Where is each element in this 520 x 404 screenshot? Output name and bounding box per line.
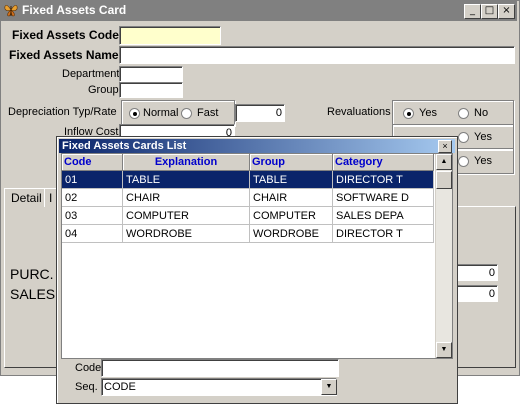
window-title: Fixed Assets Card: [22, 3, 127, 17]
option-2-yes-radio[interactable]: [458, 132, 469, 143]
department-label: Department: [62, 68, 120, 80]
cell-category: SOFTWARE D: [332, 188, 434, 207]
close-button[interactable]: ×: [498, 4, 515, 19]
cell-code: 02: [62, 188, 123, 207]
revaluations-label: Revaluations: [327, 106, 391, 118]
depreciation-rate-input[interactable]: 0: [235, 104, 285, 122]
revaluations-no-radio[interactable]: [458, 108, 469, 119]
option-3-yes-label: Yes: [474, 155, 492, 167]
group-label: Group: [88, 84, 119, 96]
column-header-category[interactable]: Category: [332, 154, 434, 171]
option-3-yes-radio[interactable]: [458, 156, 469, 167]
cell-category: DIRECTOR T: [332, 224, 434, 243]
seq-dropdown-arrow-icon[interactable]: ▼: [321, 379, 337, 395]
column-header-explanation[interactable]: Explanation: [122, 154, 250, 171]
cell-code: 03: [62, 206, 123, 225]
fixed-assets-name-label: Fixed Assets Name: [9, 48, 119, 62]
vertical-scrollbar[interactable]: ▲ ▼: [435, 154, 452, 358]
normal-radio[interactable]: [129, 108, 140, 119]
fixed-assets-code-label: Fixed Assets Code: [12, 28, 119, 42]
cards-table: Code Explanation Group Category 01 TABLE…: [62, 154, 434, 243]
cards-list-grid[interactable]: Code Explanation Group Category 01 TABLE…: [61, 153, 453, 359]
cell-category: SALES DEPA: [332, 206, 434, 225]
department-input[interactable]: [119, 66, 183, 82]
cell-group: COMPUTER: [249, 206, 333, 225]
dialog-code-label: Code: [75, 362, 102, 374]
minimize-button[interactable]: _: [464, 4, 481, 19]
fast-radio-label: Fast: [197, 107, 219, 119]
dialog-title-bar[interactable]: Fixed Assets Cards List ×: [59, 139, 455, 153]
purc-value-input[interactable]: 0: [452, 264, 498, 281]
sales-value-input[interactable]: 0: [452, 285, 498, 302]
maximize-button[interactable]: □: [481, 4, 498, 19]
scroll-down-arrow-icon[interactable]: ▼: [436, 342, 452, 358]
app-butterfly-icon: [3, 2, 19, 18]
fixed-assets-cards-list-dialog: Fixed Assets Cards List × Code Explanati…: [56, 136, 458, 404]
cell-explanation: CHAIR: [122, 188, 250, 207]
cell-explanation: TABLE: [122, 170, 250, 189]
revaluations-yes-radio[interactable]: [403, 108, 414, 119]
seq-selected-value: CODE: [104, 381, 136, 393]
option-2-yes-label: Yes: [474, 131, 492, 143]
table-row[interactable]: 03 COMPUTER COMPUTER SALES DEPA: [62, 206, 434, 225]
cell-category: DIRECTOR T: [332, 170, 434, 189]
cell-explanation: COMPUTER: [122, 206, 250, 225]
revaluations-no-label: No: [474, 107, 489, 119]
dialog-code-input[interactable]: [101, 359, 339, 377]
fast-radio[interactable]: [181, 108, 192, 119]
depreciation-label: Depreciation Typ/Rate: [8, 106, 117, 118]
fixed-assets-code-input[interactable]: [119, 26, 221, 45]
table-row[interactable]: 02 CHAIR CHAIR SOFTWARE D: [62, 188, 434, 207]
fixed-assets-name-input[interactable]: [119, 46, 515, 64]
revaluations-yes-label: Yes: [419, 107, 437, 119]
scroll-up-arrow-icon[interactable]: ▲: [436, 154, 452, 170]
purc-label: PURC.: [10, 266, 54, 282]
dialog-seq-label: Seq.: [75, 381, 98, 393]
cell-code: 01: [62, 170, 123, 189]
cell-group: CHAIR: [249, 188, 333, 207]
column-header-code[interactable]: Code: [62, 154, 123, 171]
dialog-title: Fixed Assets Cards List: [62, 140, 187, 152]
scroll-thumb[interactable]: [436, 171, 452, 189]
column-header-group[interactable]: Group: [249, 154, 333, 171]
seq-select[interactable]: CODE: [101, 378, 337, 396]
cell-explanation: WORDROBE: [122, 224, 250, 243]
normal-radio-label: Normal: [143, 107, 179, 119]
cell-group: TABLE: [249, 170, 333, 189]
group-input[interactable]: [119, 82, 183, 98]
cell-group: WORDROBE: [249, 224, 333, 243]
table-row[interactable]: 04 WORDROBE WORDROBE DIRECTOR T: [62, 224, 434, 243]
sales-label: SALES: [10, 286, 56, 302]
tab-detail[interactable]: Detail: [4, 188, 49, 207]
table-row[interactable]: 01 TABLE TABLE DIRECTOR T: [62, 170, 434, 189]
cell-code: 04: [62, 224, 123, 243]
dialog-close-button[interactable]: ×: [438, 140, 452, 153]
